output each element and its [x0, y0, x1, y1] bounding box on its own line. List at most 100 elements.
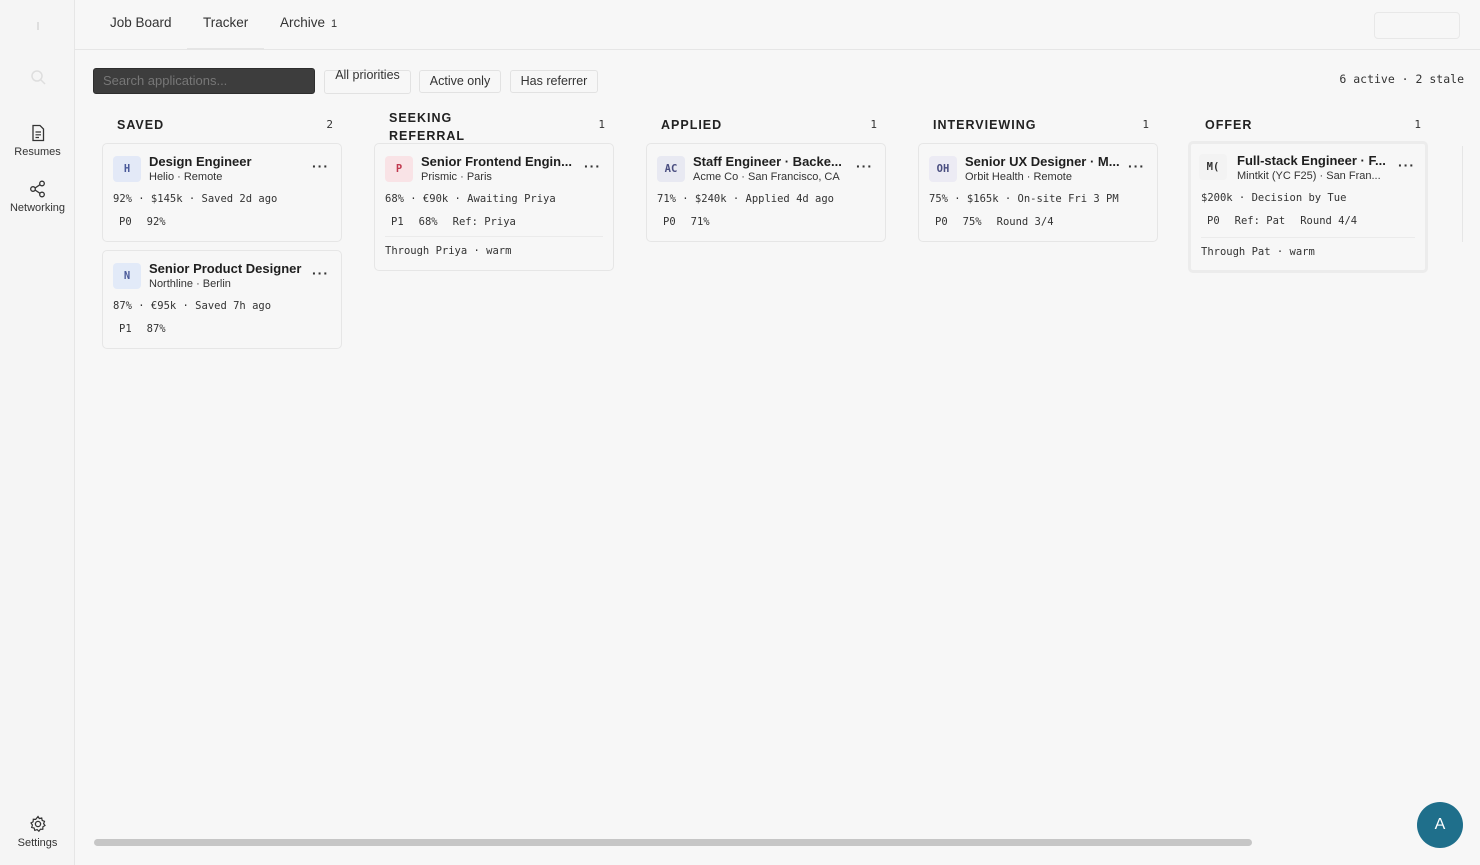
priority-tag: P1: [119, 323, 132, 335]
match-tag: 92%: [146, 216, 166, 228]
tab-label: Job Board: [110, 15, 172, 30]
card-tags: P1 68% Ref: Priya: [385, 216, 525, 228]
next-column-edge: [1462, 146, 1463, 242]
more-options-icon[interactable]: ···: [312, 159, 329, 173]
card-subtitle: Helio · Remote: [149, 171, 223, 183]
application-card[interactable]: H Design Engineer Helio · Remote ··· 92%…: [102, 143, 342, 242]
tab-label: Archive: [280, 15, 326, 30]
sidebar-item-label: Networking: [9, 202, 66, 214]
sidebar-item-networking[interactable]: Networking: [0, 180, 75, 214]
card-meta: 75% · $165k · On-site Fri 3 PM: [929, 193, 1119, 205]
column-title: INTERVIEWING: [933, 118, 1037, 132]
card-title: Senior Product Designer: [149, 261, 302, 276]
card-tags: P0 Ref: Pat Round 4/4: [1201, 215, 1366, 227]
company-avatar: AC: [657, 156, 685, 182]
tab-label: Tracker: [203, 15, 249, 30]
column-count: 1: [870, 118, 877, 131]
round-tag: Round 4/4: [1300, 215, 1358, 227]
column-header-saved: SAVED 2: [103, 112, 343, 142]
column-header-applied: APPLIED 1: [647, 112, 887, 142]
match-tag: 75%: [962, 216, 982, 228]
filter-all-priorities[interactable]: All priorities: [324, 68, 411, 94]
card-divider: [1201, 237, 1415, 238]
card-subtitle: Mintkit (YC F25) · San Fran...: [1237, 170, 1381, 182]
card-tags: P0 75% Round 3/4: [929, 216, 1063, 228]
company-avatar: N: [113, 263, 141, 289]
card-subtitle: Northline · Berlin: [149, 278, 231, 290]
tab-archive[interactable]: Archive 1: [280, 0, 337, 50]
logo-icon: [0, 20, 75, 40]
application-card[interactable]: N Senior Product Designer Northline · Be…: [102, 250, 342, 349]
card-tags: P0 71%: [657, 216, 719, 228]
more-options-icon[interactable]: ···: [1128, 159, 1145, 173]
card-tags: P0 92%: [113, 216, 175, 228]
priority-tag: P0: [1207, 215, 1220, 227]
more-options-icon[interactable]: ···: [312, 266, 329, 280]
card-title: Full-stack Engineer · F...: [1237, 153, 1386, 168]
gear-icon: [29, 815, 46, 833]
user-avatar-button[interactable]: A: [1417, 802, 1463, 848]
sidebar: Resumes Networking Settings: [0, 0, 75, 865]
add-role-button[interactable]: [1374, 12, 1460, 39]
more-options-icon[interactable]: ···: [1398, 158, 1415, 172]
company-avatar: M(: [1199, 154, 1227, 180]
company-avatar: P: [385, 156, 413, 182]
card-title: Design Engineer: [149, 154, 252, 169]
card-tags: P1 87%: [113, 323, 175, 335]
tab-tracker[interactable]: Tracker: [187, 0, 265, 50]
filter-has-referrer[interactable]: Has referrer: [510, 70, 598, 93]
column-count: 2: [326, 118, 333, 131]
chip-label: Has referrer: [520, 74, 588, 88]
card-title: Senior Frontend Engin...: [421, 154, 572, 169]
card-title: Senior UX Designer · M...: [965, 154, 1120, 169]
column-count: 1: [1142, 118, 1149, 131]
column-title: OFFER: [1205, 118, 1253, 132]
column-count: 1: [1414, 118, 1421, 131]
card-subtitle: Orbit Health · Remote: [965, 171, 1072, 183]
match-tag: 68%: [418, 216, 438, 228]
application-card[interactable]: AC Staff Engineer · Backe... Acme Co · S…: [646, 143, 886, 242]
card-meta: $200k · Decision by Tue: [1201, 192, 1347, 204]
tab-count: 1: [331, 18, 338, 30]
filter-active-only[interactable]: Active only: [419, 70, 501, 93]
column-header-offer: OFFER 1: [1191, 112, 1431, 142]
column-title: SAVED: [117, 118, 165, 132]
application-card[interactable]: M( Full-stack Engineer · F... Mintkit (Y…: [1188, 141, 1428, 273]
sidebar-item-resumes[interactable]: Resumes: [0, 124, 75, 158]
share-icon: [29, 180, 45, 198]
card-title: Staff Engineer · Backe...: [693, 154, 842, 169]
column-title: APPLIED: [661, 118, 723, 132]
search-input[interactable]: Search applications...: [93, 68, 315, 94]
chip-label: All priorities: [335, 68, 400, 82]
card-subtitle: Prismic · Paris: [421, 171, 492, 183]
tab-job-board[interactable]: Job Board: [110, 0, 172, 50]
more-options-icon[interactable]: ···: [584, 159, 601, 173]
application-card[interactable]: P Senior Frontend Engin... Prismic · Par…: [374, 143, 614, 271]
nav-item-faded[interactable]: [0, 68, 75, 90]
card-meta: 92% · $145k · Saved 2d ago: [113, 193, 278, 205]
search-placeholder: Search applications...: [103, 73, 228, 88]
priority-tag: P0: [119, 216, 132, 228]
settings-label: Settings: [17, 837, 58, 849]
referral-note: Through Priya · warm: [385, 245, 512, 257]
card-meta: 87% · €95k · Saved 7h ago: [113, 300, 272, 312]
column-count: 1: [598, 118, 605, 131]
priority-tag: P1: [391, 216, 404, 228]
match-tag: 71%: [690, 216, 710, 228]
sidebar-item-label: Resumes: [14, 146, 61, 158]
column-header-interviewing: INTERVIEWING 1: [919, 112, 1159, 142]
column-title: SEEKING REFERRAL: [389, 111, 466, 143]
document-icon: [31, 124, 44, 142]
sidebar-item-settings[interactable]: Settings: [0, 815, 75, 849]
top-bar: Job Board Tracker Archive 1: [75, 0, 1480, 50]
company-avatar: OH: [929, 156, 957, 182]
horizontal-scrollbar[interactable]: [94, 839, 1252, 846]
application-card[interactable]: OH Senior UX Designer · M... Orbit Healt…: [918, 143, 1158, 242]
search-icon: [30, 70, 46, 85]
priority-tag: P0: [935, 216, 948, 228]
referrer-tag: Ref: Priya: [452, 216, 516, 228]
priority-tag: P0: [663, 216, 676, 228]
status-summary: 6 active · 2 stale: [1339, 72, 1464, 86]
match-tag: 87%: [146, 323, 166, 335]
more-options-icon[interactable]: ···: [856, 159, 873, 173]
